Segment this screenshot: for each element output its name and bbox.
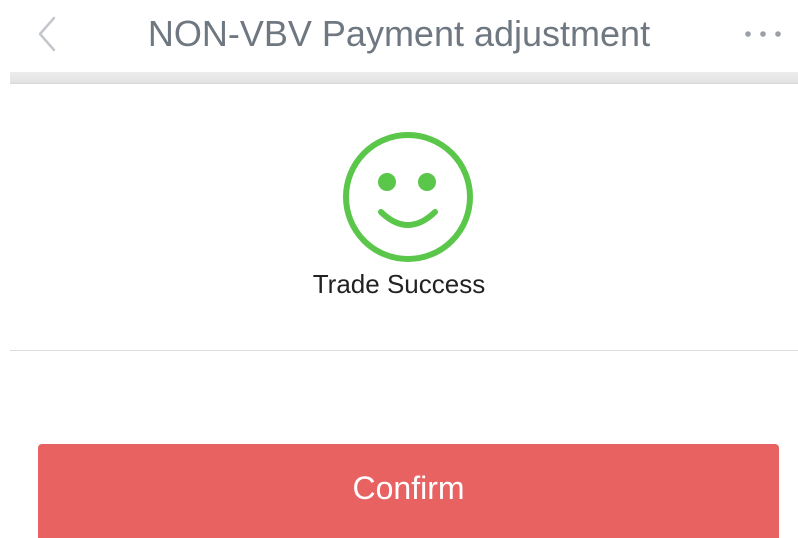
result-panel: Trade Success <box>0 84 798 350</box>
payment-result-screen: NON-VBV Payment adjustment Trade Success… <box>0 0 798 538</box>
more-dots-icon <box>745 31 781 37</box>
back-button[interactable] <box>30 14 66 54</box>
smile-icon <box>343 132 473 262</box>
header-divider <box>10 72 798 84</box>
section-divider <box>10 350 798 351</box>
chevron-left-icon <box>38 16 56 52</box>
more-button[interactable] <box>738 24 788 44</box>
page-title: NON-VBV Payment adjustment <box>147 13 651 54</box>
navigation-bar: NON-VBV Payment adjustment <box>0 0 798 72</box>
confirm-button[interactable]: Confirm <box>38 444 779 538</box>
result-message: Trade Success <box>312 269 486 299</box>
